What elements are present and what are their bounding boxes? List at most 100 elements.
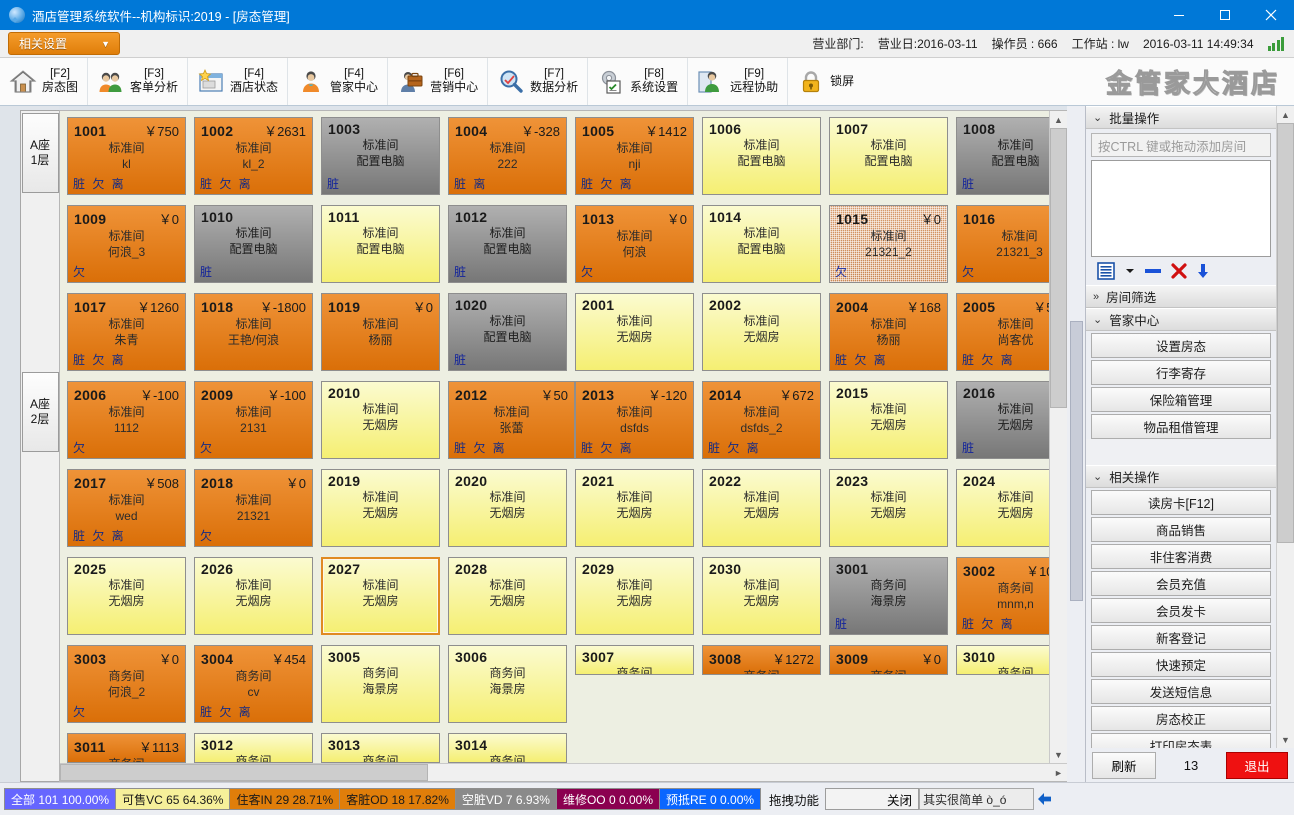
room-card[interactable]: 1014 标准间 配置电脑	[702, 205, 821, 283]
room-card[interactable]: 1011 标准间 配置电脑	[321, 205, 440, 283]
panel-action-button[interactable]: 行李寄存	[1091, 360, 1271, 385]
minus-icon[interactable]	[1144, 267, 1162, 275]
outer-vertical-scrollbar[interactable]	[1067, 106, 1085, 782]
room-card[interactable]: 2027 标准间 无烟房	[321, 557, 440, 635]
panel-action-button[interactable]: 新客登记	[1091, 625, 1271, 650]
status-badge[interactable]: 住客IN 29 28.71%	[230, 789, 341, 809]
close-icon[interactable]	[1248, 0, 1294, 30]
panel-action-button[interactable]: 会员发卡	[1091, 598, 1271, 623]
section-header-related[interactable]: ⌄ 相关操作	[1086, 465, 1276, 488]
room-card[interactable]: 3012 商务间	[194, 733, 313, 763]
down-arrow-icon[interactable]	[1196, 263, 1210, 279]
room-card[interactable]: 1006 标准间 配置电脑	[702, 117, 821, 195]
room-card[interactable]: 1013 ￥0 标准间 何浪欠	[575, 205, 694, 283]
delete-x-icon[interactable]	[1171, 263, 1187, 279]
room-card[interactable]: 1001 ￥750 标准间 kl 脏 欠 离	[67, 117, 186, 195]
minimize-icon[interactable]	[1156, 0, 1202, 30]
scroll-right-icon[interactable]: ►	[1050, 764, 1067, 781]
room-card[interactable]: 1003 标准间 配置电脑脏	[321, 117, 440, 195]
ribbon-item-2[interactable]: [F4] 酒店状态	[188, 58, 289, 105]
room-card[interactable]: 1012 标准间 配置电脑脏	[448, 205, 567, 283]
panel-action-button[interactable]: 设置房态	[1091, 333, 1271, 358]
room-card[interactable]: 2009 ￥-100 标准间 2131 欠	[194, 381, 313, 459]
room-card[interactable]: 2001 标准间 无烟房	[575, 293, 694, 371]
room-card[interactable]: 2020 标准间 无烟房	[448, 469, 567, 547]
grid-horizontal-scrollbar[interactable]: ►	[60, 763, 1067, 781]
ribbon-item-5[interactable]: [F7] 数据分析	[488, 58, 589, 105]
room-card[interactable]: 3003 ￥0 商务间 何浪_2 欠	[67, 645, 186, 723]
panel-action-button[interactable]: 打印房态表	[1091, 733, 1271, 748]
room-card[interactable]: 3001 商务间 海景房脏	[829, 557, 948, 635]
panel-scroll-track[interactable]	[1277, 123, 1294, 731]
list-icon[interactable]	[1096, 262, 1116, 280]
ribbon-item-0[interactable]: [F2] 房态图	[0, 58, 89, 105]
status-badge[interactable]: 全部 101 100.00%	[5, 789, 117, 809]
ribbon-item-6[interactable]: [F8] 系统设置	[588, 58, 689, 105]
batch-hint-field[interactable]: 按CTRL 键或拖动添加房间	[1091, 133, 1271, 157]
room-card[interactable]: 3007 商务间	[575, 645, 694, 675]
panel-action-button[interactable]: 物品租借管理	[1091, 414, 1271, 439]
room-card[interactable]: 2014 ￥672 标准间 dsfds_2 脏 欠 离	[702, 381, 821, 459]
room-card[interactable]: 2010 标准间 无烟房	[321, 381, 440, 459]
status-badge[interactable]: 空脏VD 7 6.93%	[455, 789, 557, 809]
panel-scroll-down-icon[interactable]: ▼	[1277, 731, 1294, 748]
maximize-icon[interactable]	[1202, 0, 1248, 30]
room-card[interactable]: 2026 标准间 无烟房	[194, 557, 313, 635]
room-card[interactable]: 3002 ￥1092 商务间 mnm,n 脏 欠 离	[956, 557, 1049, 635]
section-header-filter[interactable]: » 房间筛选	[1086, 285, 1276, 308]
status-badge[interactable]: 可售VC 65 64.36%	[116, 789, 231, 809]
batch-room-list[interactable]	[1091, 160, 1271, 257]
scroll-down-icon[interactable]: ▼	[1050, 746, 1067, 763]
status-badge[interactable]: 客脏OD 18 17.82%	[340, 789, 456, 809]
room-card[interactable]: 1019 ￥0 标准间 杨丽	[321, 293, 440, 371]
status-badge[interactable]: 维修OO 0 0.00%	[556, 789, 660, 809]
room-grid-scroll-area[interactable]: 1001 ￥750 标准间 kl 脏 欠 离 1002 ￥2631 标准间 kl_2 脏 欠 离1…	[60, 111, 1049, 763]
lock-screen-button[interactable]: 锁屏	[788, 58, 863, 105]
panel-action-button[interactable]: 非住客消费	[1091, 544, 1271, 569]
panel-action-button[interactable]: 商品销售	[1091, 517, 1271, 542]
room-card[interactable]: 2017 ￥508 标准间 wed 脏 欠 离	[67, 469, 186, 547]
room-card[interactable]: 2023 标准间 无烟房	[829, 469, 948, 547]
room-card[interactable]: 1016￥标准间21321_3欠	[956, 205, 1049, 283]
room-card[interactable]: 2002 标准间 无烟房	[702, 293, 821, 371]
room-card[interactable]: 2013 ￥-120 标准间 dsfds 脏 欠 离	[575, 381, 694, 459]
panel-action-button[interactable]: 发送短信息	[1091, 679, 1271, 704]
exit-button[interactable]: 退出	[1226, 751, 1288, 779]
panel-action-button[interactable]: 保险箱管理	[1091, 387, 1271, 412]
related-settings-button[interactable]: 相关设置 ▼	[8, 32, 120, 55]
ribbon-item-1[interactable]: [F3] 客单分析	[88, 58, 189, 105]
room-card[interactable]: 2030 标准间 无烟房	[702, 557, 821, 635]
ribbon-item-3[interactable]: [F4] 管家中心	[288, 58, 389, 105]
section-header-housekeeping[interactable]: ⌄ 管家中心	[1086, 308, 1276, 331]
right-panel-scrollbar[interactable]: ▲ ▼	[1276, 106, 1294, 748]
room-card[interactable]: 3006 商务间 海景房	[448, 645, 567, 723]
grid-hscroll-thumb[interactable]	[60, 764, 428, 781]
outer-vscroll-thumb[interactable]	[1069, 321, 1083, 601]
room-card[interactable]: 1020 标准间 配置电脑脏	[448, 293, 567, 371]
floor-button-0[interactable]: A座 1层	[21, 113, 59, 193]
room-card[interactable]: 2022 标准间 无烟房	[702, 469, 821, 547]
left-arrow-icon[interactable]	[1034, 789, 1056, 809]
room-card[interactable]: 1008 标准间 配置电脑脏	[956, 117, 1049, 195]
scroll-up-icon[interactable]: ▲	[1050, 111, 1067, 128]
ribbon-item-7[interactable]: [F9] 远程协助	[688, 58, 789, 105]
room-card[interactable]: 2004 ￥168 标准间 杨丽脏 欠 离	[829, 293, 948, 371]
room-card[interactable]: 2015 标准间 无烟房	[829, 381, 948, 459]
room-card[interactable]: 1005 ￥1412 标准间 nji 脏 欠 离	[575, 117, 694, 195]
panel-action-button[interactable]: 会员充值	[1091, 571, 1271, 596]
room-card[interactable]: 3005 商务间 海景房	[321, 645, 440, 723]
room-card[interactable]: 1015 ￥0 标准间 21321_2 欠	[829, 205, 948, 283]
panel-action-button[interactable]: 快速预定	[1091, 652, 1271, 677]
room-card[interactable]: 2005 ￥508 标准间尚客优脏 欠 离	[956, 293, 1049, 371]
dropdown-arrow-icon[interactable]	[1125, 267, 1135, 275]
room-card[interactable]: 2012 ￥50 标准间 张蕾脏 欠 离	[448, 381, 575, 459]
panel-action-button[interactable]: 房态校正	[1091, 706, 1271, 731]
room-card[interactable]: 3009 ￥0 商务间	[829, 645, 948, 675]
grid-hscroll-track[interactable]	[60, 764, 1050, 781]
refresh-button[interactable]: 刷新	[1092, 751, 1156, 779]
room-card[interactable]: 3008 ￥1272 商务间	[702, 645, 821, 675]
room-card[interactable]: 2028 标准间 无烟房	[448, 557, 567, 635]
room-card[interactable]: 3011 ￥1113 商务间	[67, 733, 186, 763]
room-card[interactable]: 1004 ￥-328 标准间 222 脏 离	[448, 117, 567, 195]
room-card[interactable]: 1017 ￥1260 标准间 朱青脏 欠 离	[67, 293, 186, 371]
